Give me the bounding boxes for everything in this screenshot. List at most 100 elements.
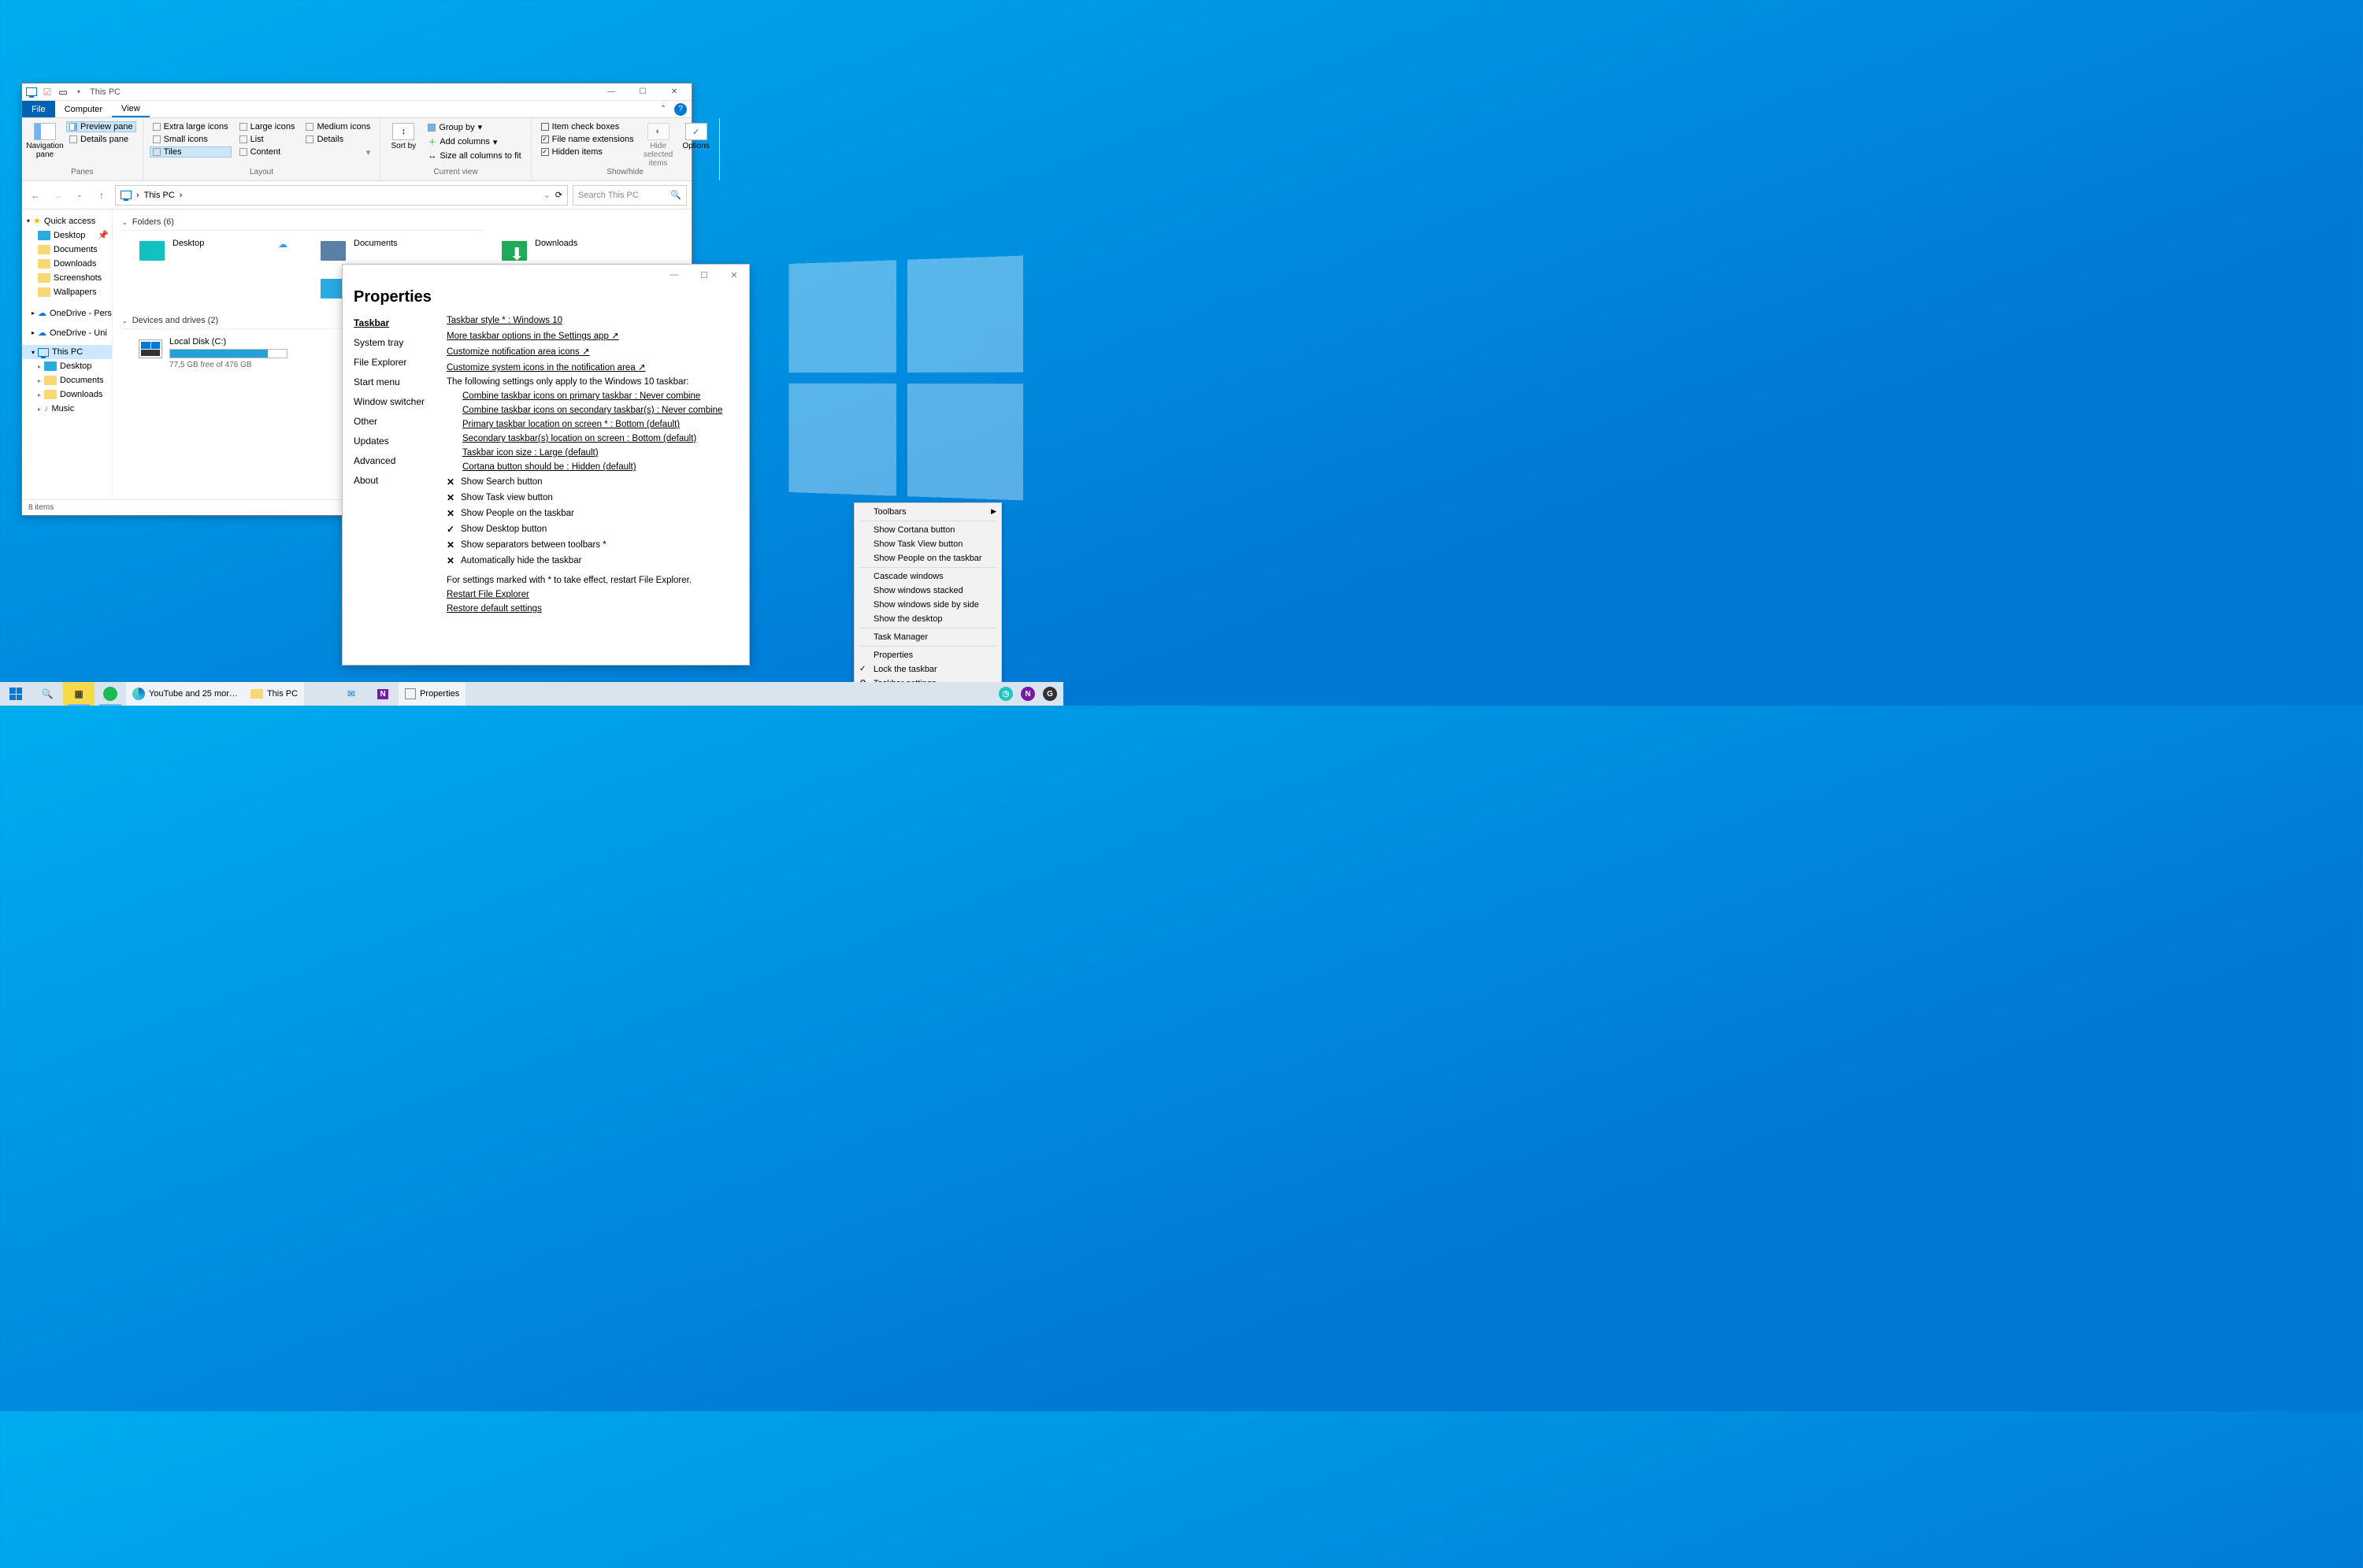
nav-this-pc[interactable]: ▾This PC — [22, 345, 112, 359]
pnav-taskbar[interactable]: Taskbar — [354, 317, 432, 328]
layout-list[interactable]: List — [236, 134, 299, 145]
breadcrumb[interactable]: This PC — [144, 191, 175, 200]
hidden-items-toggle[interactable]: ✓Hidden items — [538, 146, 637, 158]
ribbon-computer-tab[interactable]: Computer — [55, 101, 112, 117]
ctx-lock-taskbar[interactable]: ✓Lock the taskbar — [855, 662, 1001, 677]
combine-secondary[interactable]: Combine taskbar icons on secondary taskb… — [447, 406, 738, 415]
ctx-show-cortana[interactable]: Show Cortana button — [855, 523, 1001, 537]
ctx-side-by-side[interactable]: Show windows side by side — [855, 598, 1001, 612]
folder-desktop[interactable]: Desktop☁ — [138, 239, 287, 262]
quick-access-header[interactable]: ▾★Quick access — [22, 214, 112, 228]
add-columns-button[interactable]: ＋Add columns ▾ — [425, 135, 524, 149]
show-desktop-toggle[interactable]: ✓Show Desktop button — [447, 524, 738, 535]
explorer-titlebar[interactable]: ☑ ▭ ▾ This PC — ☐ ✕ — [22, 83, 692, 101]
minimize-button[interactable]: — — [595, 83, 627, 101]
autohide-toggle[interactable]: ✕Automatically hide the taskbar — [447, 555, 738, 566]
taskbar-sticky-notes[interactable]: ▦ — [63, 682, 95, 706]
layout-medium-icons[interactable]: Medium icons — [302, 121, 373, 132]
group-by-button[interactable]: Group by ▾ — [425, 121, 524, 133]
taskbar-explorer[interactable]: This PC — [244, 682, 304, 706]
taskbar-onenote[interactable]: N — [367, 682, 399, 706]
show-separators-toggle[interactable]: ✕Show separators between toolbars * — [447, 539, 738, 550]
tray-icon-2[interactable]: G — [1043, 687, 1057, 701]
nav-desktop[interactable]: Desktop📌 — [22, 228, 112, 243]
tray-icon-1[interactable]: ◷ — [999, 687, 1013, 701]
layout-details[interactable]: Details — [302, 134, 373, 145]
close-button[interactable]: ✕ — [658, 83, 690, 101]
taskbar-spotify[interactable] — [95, 682, 126, 706]
preview-pane-button[interactable]: Preview pane — [66, 121, 136, 132]
pnav-about[interactable]: About — [354, 475, 432, 486]
ribbon-file-tab[interactable]: File — [22, 101, 55, 117]
ctx-task-manager[interactable]: Task Manager — [855, 630, 1001, 644]
nav-onedrive-uni[interactable]: ▸☁OneDrive - Uni — [22, 325, 112, 340]
folder-downloads[interactable]: ⬇Downloads — [500, 239, 650, 262]
nav-downloads2[interactable]: ▸Downloads — [22, 387, 112, 402]
cortana-button-mode[interactable]: Cortana button should be : Hidden (defau… — [447, 462, 738, 472]
ctx-show-taskview[interactable]: Show Task View button — [855, 537, 1001, 551]
pnav-advanced[interactable]: Advanced — [354, 455, 432, 466]
nav-documents[interactable]: Documents — [22, 243, 112, 257]
taskbar-mail[interactable]: ✉ — [336, 682, 367, 706]
maximize-button[interactable]: ☐ — [689, 265, 719, 285]
more-options-link[interactable]: More taskbar options in the Settings app… — [447, 330, 738, 341]
layout-more[interactable]: ▾ — [302, 146, 373, 158]
layout-large-icons[interactable]: Large icons — [236, 121, 299, 132]
combine-primary[interactable]: Combine taskbar icons on primary taskbar… — [447, 391, 738, 401]
primary-location[interactable]: Primary taskbar location on screen * : B… — [447, 420, 738, 429]
icon-size[interactable]: Taskbar icon size : Large (default) — [447, 448, 738, 458]
ctx-cascade[interactable]: Cascade windows — [855, 569, 1001, 584]
ctx-show-people[interactable]: Show People on the taskbar — [855, 551, 1001, 565]
taskbar-style-link[interactable]: Taskbar style * : Windows 10 — [447, 316, 738, 325]
ribbon-view-tab[interactable]: View — [112, 101, 150, 117]
layout-tiles[interactable]: Tiles — [150, 146, 232, 158]
pnav-updates[interactable]: Updates — [354, 436, 432, 447]
collapse-ribbon-icon[interactable]: ⌃ — [657, 103, 670, 116]
minimize-button[interactable]: — — [659, 265, 689, 285]
drive-c[interactable]: Local Disk (C:) 77,5 GB free of 476 GB — [138, 337, 287, 369]
taskbar-edge[interactable]: YouTube and 25 mor… — [126, 682, 244, 706]
recent-button[interactable]: ⌄ — [71, 187, 88, 204]
ctx-stacked[interactable]: Show windows stacked — [855, 584, 1001, 598]
notif-icons-link[interactable]: Customize notification area icons ↗ — [447, 346, 738, 357]
properties-qat-icon[interactable]: ▭ — [57, 86, 69, 98]
nav-screenshots[interactable]: Screenshots — [22, 271, 112, 285]
secondary-location[interactable]: Secondary taskbar(s) location on screen … — [447, 434, 738, 443]
pnav-start-menu[interactable]: Start menu — [354, 376, 432, 387]
details-pane-button[interactable]: Details pane — [66, 134, 136, 145]
dropdown-icon[interactable]: ▾ — [72, 86, 85, 98]
nav-wallpapers[interactable]: Wallpapers — [22, 285, 112, 299]
ctx-toolbars[interactable]: Toolbars▶ — [855, 505, 1001, 519]
back-button[interactable]: ← — [27, 187, 44, 204]
restore-defaults-link[interactable]: Restore default settings — [447, 604, 738, 613]
item-checkboxes-toggle[interactable]: Item check boxes — [538, 121, 637, 132]
layout-content[interactable]: Content — [236, 146, 299, 158]
nav-downloads[interactable]: Downloads — [22, 257, 112, 271]
nav-desktop2[interactable]: ▸Desktop — [22, 359, 112, 373]
folder-documents[interactable]: Documents — [319, 239, 469, 262]
taskbar-properties[interactable]: Properties — [399, 682, 466, 706]
ctx-properties[interactable]: Properties — [855, 648, 1001, 662]
sys-icons-link[interactable]: Customize system icons in the notificati… — [447, 361, 738, 373]
pnav-window-switcher[interactable]: Window switcher — [354, 396, 432, 407]
file-extensions-toggle[interactable]: ✓File name extensions — [538, 134, 637, 145]
hide-selected-button[interactable]: ◐ Hide selected items — [642, 121, 675, 168]
tray-icon-onenote[interactable]: N — [1021, 687, 1035, 701]
restart-explorer-link[interactable]: Restart File Explorer — [447, 590, 738, 599]
address-bar[interactable]: › This PC › ⌄ ⟳ — [115, 185, 568, 206]
sort-by-button[interactable]: ↕ Sort by — [387, 121, 420, 168]
start-button[interactable] — [0, 682, 32, 706]
quick-access-toolbar[interactable]: ☑ — [41, 86, 54, 98]
navigation-pane-button[interactable]: Navigation pane — [28, 121, 61, 168]
forward-button[interactable]: → — [49, 187, 66, 204]
maximize-button[interactable]: ☐ — [627, 83, 658, 101]
search-box[interactable]: Search This PC 🔍 — [573, 185, 687, 206]
size-columns-button[interactable]: ↔Size all columns to fit — [425, 150, 524, 161]
help-icon[interactable]: ? — [674, 103, 687, 116]
refresh-icon[interactable]: ⟳ — [555, 190, 562, 200]
pnav-other[interactable]: Other — [354, 416, 432, 427]
show-taskview-toggle[interactable]: ✕Show Task view button — [447, 492, 738, 503]
show-search-toggle[interactable]: ✕Show Search button — [447, 476, 738, 487]
pnav-file-explorer[interactable]: File Explorer — [354, 357, 432, 368]
close-button[interactable]: ✕ — [719, 265, 749, 285]
